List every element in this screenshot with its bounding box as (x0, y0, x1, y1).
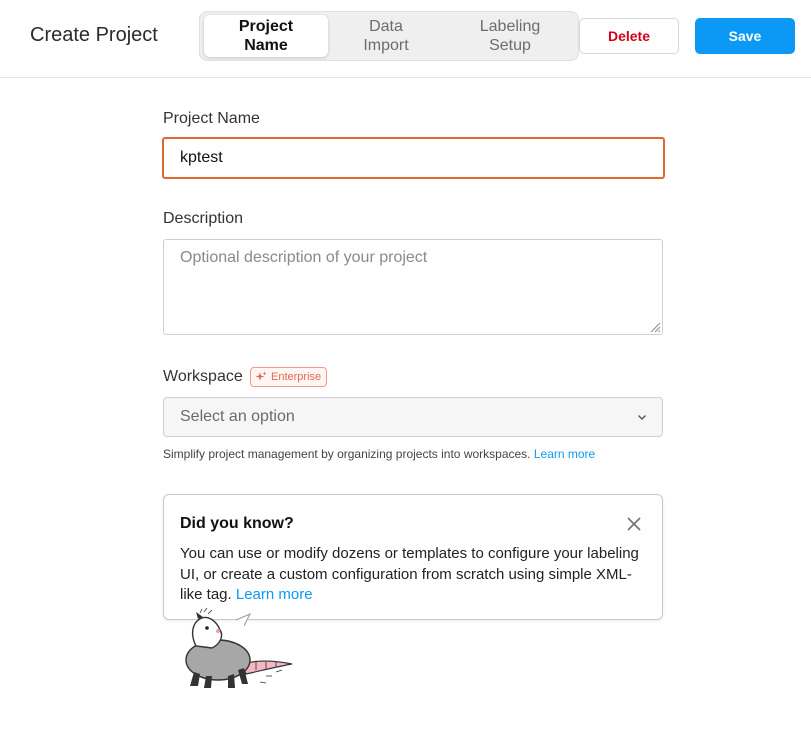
project-name-input[interactable] (162, 137, 665, 179)
tab-project-name[interactable]: Project Name (204, 15, 328, 57)
workspace-select-value: Select an option (180, 408, 295, 425)
tab-data-import[interactable]: Data Import (324, 15, 448, 57)
description-textarea[interactable] (163, 239, 663, 335)
workspace-learn-more-link[interactable]: Learn more (534, 447, 595, 461)
card-body: You can use or modify dozens or template… (180, 544, 650, 606)
did-you-know-card: Did you know? You can use or modify doze… (163, 494, 663, 620)
workspace-help-message: Simplify project management by organizin… (163, 447, 531, 461)
workspace-select[interactable]: Select an option (163, 397, 663, 437)
description-label: Description (163, 210, 244, 227)
top-bar: Create Project Project Name Data Import … (0, 0, 811, 78)
delete-button[interactable]: Delete (579, 18, 679, 54)
project-name-label: Project Name (163, 110, 260, 127)
card-learn-more-link[interactable]: Learn more (236, 586, 313, 603)
close-icon[interactable] (625, 515, 643, 533)
card-title: Did you know? (180, 515, 294, 532)
workspace-help-text: Simplify project management by organizin… (163, 447, 595, 461)
opossum-mascot (185, 607, 293, 688)
tab-labeling-setup[interactable]: Labeling Setup (448, 15, 572, 57)
workspace-label: Workspace (163, 368, 243, 385)
save-button[interactable]: Save (695, 18, 795, 54)
sparkle-icon (255, 371, 267, 383)
chevron-down-icon (638, 415, 646, 420)
enterprise-badge-label: Enterprise (271, 371, 322, 383)
resize-grip-icon[interactable] (649, 321, 661, 333)
step-tabs: Project Name Data Import Labeling Setup (199, 11, 579, 61)
page-title: Create Project (30, 24, 158, 46)
enterprise-badge: Enterprise (250, 367, 328, 387)
